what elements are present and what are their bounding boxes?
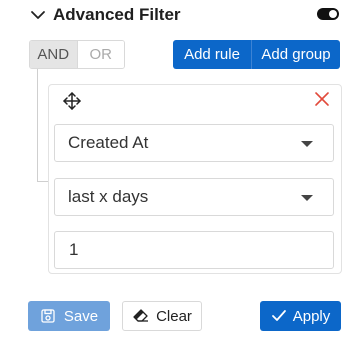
clear-label: Clear <box>156 307 192 325</box>
panel-title: Advanced Filter <box>53 5 181 24</box>
close-icon[interactable] <box>313 90 331 108</box>
operator-select[interactable]: last x days <box>54 178 334 216</box>
toggle-knob <box>329 10 337 18</box>
filter-toggle[interactable] <box>317 8 339 20</box>
save-icon <box>41 309 55 323</box>
apply-button[interactable]: Apply <box>260 301 341 331</box>
caret-down-icon <box>301 141 313 147</box>
save-label: Save <box>63 307 99 325</box>
conjunction-switch: AND OR <box>29 40 125 69</box>
caret-down-icon <box>301 195 313 201</box>
save-button[interactable]: Save <box>28 301 110 331</box>
clear-button[interactable]: Clear <box>122 301 202 331</box>
add-rule-button[interactable]: Add rule <box>173 40 252 69</box>
field-select-value: Created At <box>68 133 149 152</box>
add-button-group: Add rule Add group <box>173 40 340 69</box>
add-group-button[interactable]: Add group <box>252 40 340 69</box>
tree-connector-vertical <box>37 69 38 182</box>
eraser-icon <box>133 309 149 322</box>
move-icon[interactable] <box>61 90 83 112</box>
and-option[interactable]: AND <box>30 41 78 68</box>
field-select[interactable]: Created At <box>54 124 334 162</box>
check-icon <box>271 310 286 321</box>
operator-select-value: last x days <box>68 187 149 206</box>
chevron-down-icon[interactable] <box>30 8 46 22</box>
apply-label: Apply <box>292 307 331 325</box>
or-option[interactable]: OR <box>77 41 124 68</box>
value-input[interactable]: 1 <box>54 231 334 269</box>
value-input-text: 1 <box>69 240 79 259</box>
